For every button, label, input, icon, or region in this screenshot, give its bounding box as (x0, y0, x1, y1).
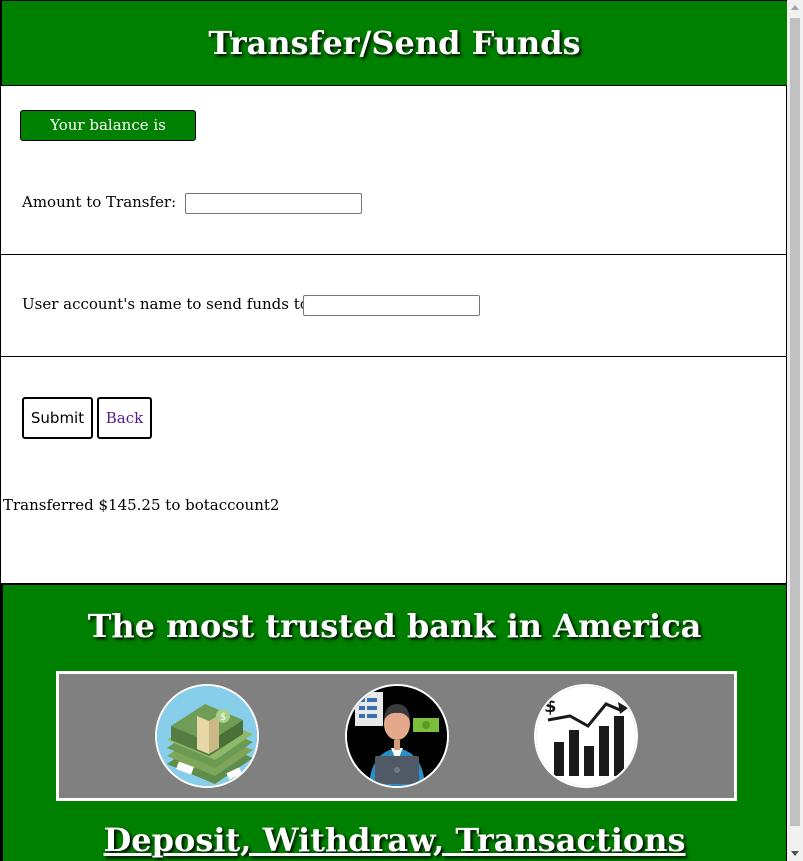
vertical-scrollbar[interactable] (787, 0, 803, 861)
recipient-input[interactable] (303, 295, 480, 316)
money-stack-icon: $ (155, 684, 259, 788)
scrollbar-thumb[interactable] (790, 18, 800, 826)
page-title: Transfer/Send Funds (208, 24, 581, 62)
submit-button[interactable]: Submit (22, 397, 93, 439)
icon-strip: $ $ (56, 671, 737, 801)
svg-text:$: $ (220, 712, 226, 723)
services-link[interactable]: Deposit, Withdraw, Transactions (3, 821, 786, 859)
scroll-down-arrow-icon[interactable] (791, 851, 799, 856)
scroll-up-arrow-icon[interactable] (791, 5, 799, 10)
back-button[interactable]: Back (97, 397, 152, 439)
recipient-label: User account's name to send funds to: (22, 295, 314, 313)
footer: The most trusted bank in America $ $ Dep… (1, 583, 788, 861)
footer-tagline: The most trusted bank in America (87, 607, 702, 645)
amount-label: Amount to Transfer: (22, 193, 177, 211)
page: Transfer/Send Funds Your balance is $277… (0, 0, 788, 861)
svg-text:$: $ (544, 696, 557, 717)
page-header: Transfer/Send Funds (1, 0, 788, 86)
divider (1, 356, 788, 357)
stock-chart-icon: $ (534, 684, 638, 788)
divider (1, 254, 788, 255)
banker-icon (345, 684, 449, 788)
status-message: Transferred $145.25 to botaccount2 (3, 496, 280, 514)
amount-input[interactable] (185, 193, 362, 214)
balance-badge: Your balance is $277.13 (20, 110, 196, 163)
